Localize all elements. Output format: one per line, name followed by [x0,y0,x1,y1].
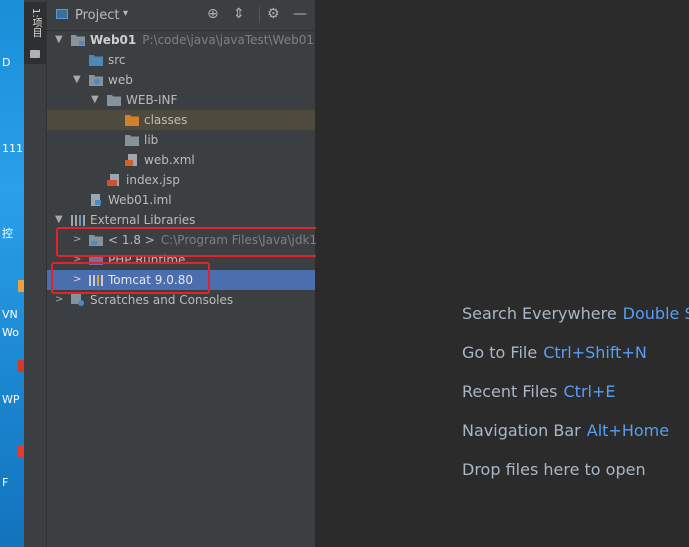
folder-icon [107,95,121,106]
collapse-all-icon[interactable]: ⇕ [233,6,245,22]
tree-node-label: web [108,73,133,87]
web-folder-icon [89,75,103,86]
output-folder-icon [125,115,139,126]
hint-recent-files: Recent Files Ctrl+E [462,382,615,401]
hint-go-to-file: Go to File Ctrl+Shift+N [462,343,647,362]
hint-label: Navigation Bar [462,421,581,440]
hint-shortcut[interactable]: Ctrl+Shift+N [543,343,647,362]
tree-node-label: src [108,53,126,67]
hint-label: Search Everywhere [462,304,617,323]
folder-icon [125,135,139,146]
tree-node-src[interactable]: src [47,50,315,70]
hint-label: Go to File [462,343,538,362]
xml-file-icon [125,154,137,166]
scratches-icon [71,294,84,306]
locate-file-icon[interactable]: ⊕ [207,6,219,22]
jsp-file-icon [107,174,119,186]
hint-search-everywhere: Search Everywhere Double Sh [462,304,689,323]
tree-node-lib[interactable]: lib [47,130,315,150]
source-folder-icon [89,55,103,66]
library-icon [71,215,85,226]
module-folder-icon [71,35,85,46]
tool-window-strip: 1:项目 [24,0,47,547]
project-panel-header: Project ▾ ⊕ ⇕ ⚙ — [47,0,315,31]
desktop-icon-label: WP [2,393,20,406]
desktop-icon-label: 111 [2,142,23,155]
tree-node-label: index.jsp [126,173,180,187]
desktop-icon-label: 控 [2,227,13,240]
folder-icon [30,50,40,58]
hint-shortcut[interactable]: Ctrl+E [564,382,616,401]
module-file-icon [91,194,101,206]
project-path: P:\code\java\javaTest\Web01 [142,33,314,47]
desktop-icon-label: D [2,56,11,69]
tree-node-project[interactable]: ▼ Web01 P:\code\java\javaTest\Web01 [47,30,315,50]
desktop-icon-label: F [2,476,9,489]
tree-node-iml[interactable]: Web01.iml [47,190,315,210]
tree-node-webxml[interactable]: web.xml [47,150,315,170]
project-name: Web01 [90,33,137,47]
chevron-down-icon[interactable]: ▼ [91,90,99,110]
tree-node-classes[interactable]: classes [47,110,315,130]
chevron-down-icon[interactable]: ▼ [55,30,63,50]
minimize-icon[interactable]: — [293,6,307,22]
tree-node-label: web.xml [144,153,195,167]
annotation-highlight-box [56,227,332,257]
project-tool-tab-label: 1:项目 [30,8,41,38]
hint-shortcut[interactable]: Double Sh [623,304,689,323]
tree-node-web[interactable]: ▼ web [47,70,315,90]
desktop-background: D 111 控 VN Wo WP F [0,0,24,547]
tree-node-indexjsp[interactable]: index.jsp [47,170,315,190]
project-label: Web01 P:\code\java\javaTest\Web01 [90,30,314,50]
project-view-title[interactable]: Project [75,8,119,23]
desktop-icon-label: VN [2,308,18,321]
gear-icon[interactable]: ⚙ [267,6,280,22]
tree-node-label: lib [144,133,159,147]
editor-area: Search Everywhere Double Sh Go to File Ctr… [316,0,689,547]
tree-node-label: WEB-INF [126,93,178,107]
toolbar-divider [259,7,260,23]
hint-navigation-bar: Navigation Bar Alt+Home [462,421,669,440]
chevron-down-icon[interactable]: ▾ [123,8,128,19]
desktop-icon-label: Wo [2,326,19,339]
project-tool-tab[interactable]: 1:项目 [24,2,46,64]
tree-node-label: classes [144,113,188,127]
annotation-highlight-box [51,262,210,294]
tree-node-label: Web01.iml [108,193,172,207]
chevron-down-icon[interactable]: ▼ [73,70,81,90]
project-panel: Project ▾ ⊕ ⇕ ⚙ — ▼ Web01 P:\code\java\ja… [47,0,332,547]
project-view-icon [56,9,68,19]
hint-label: Recent Files [462,382,558,401]
hint-drop-files: Drop files here to open [462,460,646,479]
hint-shortcut[interactable]: Alt+Home [587,421,669,440]
tree-node-webinf[interactable]: ▼ WEB-INF [47,90,315,110]
